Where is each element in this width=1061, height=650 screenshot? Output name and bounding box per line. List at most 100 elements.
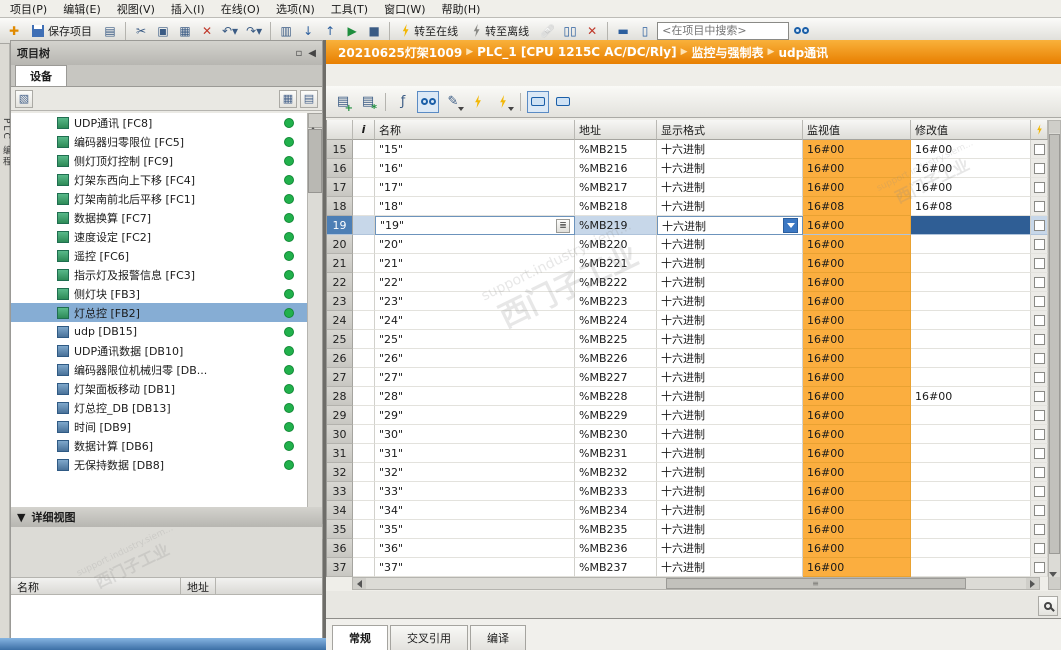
modify-checkbox[interactable] xyxy=(1033,352,1045,364)
table-row[interactable]: 21 "21"≣ %MB221 十六进制 16#00 xyxy=(327,254,1048,273)
table-row[interactable]: 18 "18"≣ %MB218 十六进制 16#08 16#08 xyxy=(327,197,1048,216)
menu-item[interactable]: 工具(T) xyxy=(323,0,376,18)
row-number-cell[interactable]: 18 xyxy=(327,197,353,216)
address-cell[interactable]: %MB216 xyxy=(575,159,657,178)
modify-enable-cell[interactable] xyxy=(1031,349,1048,368)
format-cell[interactable]: 十六进制 xyxy=(657,159,803,178)
modify-enable-cell[interactable] xyxy=(1031,140,1048,159)
row-number-cell[interactable]: 33 xyxy=(327,482,353,501)
print-icon[interactable]: ▤ xyxy=(100,21,120,41)
modify-enable-cell[interactable] xyxy=(1031,444,1048,463)
tree-item[interactable]: 编码器限位机械归零 [DB... xyxy=(11,360,322,379)
name-cell[interactable]: "31"≣ xyxy=(375,444,575,463)
modify-checkbox[interactable] xyxy=(1033,181,1045,193)
tree-item[interactable]: 指示灯及报警信息 [FC3] xyxy=(11,265,322,284)
modify-checkbox[interactable] xyxy=(1033,295,1045,307)
maximize-window-icon[interactable]: ▯ xyxy=(635,21,655,41)
row-number-cell[interactable]: 30 xyxy=(327,425,353,444)
row-number-cell[interactable]: 28 xyxy=(327,387,353,406)
modify-value-cell[interactable]: 16#00 xyxy=(911,140,1031,159)
name-cell[interactable]: "22"≣ xyxy=(375,273,575,292)
horizontal-scrollbar[interactable]: ≡ xyxy=(352,577,1040,590)
table-row[interactable]: 23 "23"≣ %MB223 十六进制 16#00 xyxy=(327,292,1048,311)
format-cell[interactable]: 十六进制 xyxy=(657,444,803,463)
search-project-icon[interactable] xyxy=(791,21,812,41)
modify-checkbox[interactable] xyxy=(1033,314,1045,326)
modify-checkbox[interactable] xyxy=(1033,333,1045,345)
format-cell[interactable]: 十六进制 xyxy=(657,178,803,197)
address-cell[interactable]: %MB235 xyxy=(575,520,657,539)
table-row[interactable]: 27 "27"≣ %MB227 十六进制 16#00 xyxy=(327,368,1048,387)
modify-value-cell[interactable] xyxy=(911,558,1031,577)
modify-enable-cell[interactable] xyxy=(1031,558,1048,577)
format-cell[interactable]: 十六进制 xyxy=(657,425,803,444)
modify-checkbox[interactable] xyxy=(1033,162,1045,174)
menu-item[interactable]: 窗口(W) xyxy=(376,0,433,18)
cell-options-icon[interactable]: ≣ xyxy=(556,218,570,233)
name-cell[interactable]: "21"≣ xyxy=(375,254,575,273)
modify-enable-cell[interactable] xyxy=(1031,178,1048,197)
modify-enable-cell[interactable] xyxy=(1031,425,1048,444)
menu-item[interactable]: 编辑(E) xyxy=(55,0,109,18)
modify-checkbox[interactable] xyxy=(1033,371,1045,383)
table-row[interactable]: 24 "24"≣ %MB224 十六进制 16#00 xyxy=(327,311,1048,330)
table-row[interactable]: 19 "19" ≣ %MB219 十六进制 16#00 xyxy=(327,216,1048,235)
modify-checkbox[interactable] xyxy=(1033,143,1045,155)
table-row[interactable]: 33 "33"≣ %MB233 十六进制 16#00 xyxy=(327,482,1048,501)
tree-item[interactable]: 侧灯顶灯控制 [FC9] xyxy=(11,151,322,170)
table-row[interactable]: 32 "32"≣ %MB232 十六进制 16#00 xyxy=(327,463,1048,482)
modify-pencil-icon[interactable]: ✎ xyxy=(442,91,464,113)
tree-item[interactable]: 灯架东西向上下移 [FC4] xyxy=(11,170,322,189)
header-modify[interactable]: 修改值 xyxy=(911,120,1031,140)
address-cell[interactable]: %MB223 xyxy=(575,292,657,311)
modify-enable-cell[interactable] xyxy=(1031,501,1048,520)
format-cell[interactable]: 十六进制 xyxy=(657,406,803,425)
cut-icon[interactable]: ✂ xyxy=(131,21,151,41)
format-cell[interactable]: 十六进制 xyxy=(657,140,803,159)
format-cell[interactable]: 十六进制 xyxy=(657,501,803,520)
bottom-tab[interactable]: 交叉引用 xyxy=(390,625,468,650)
table-row[interactable]: 26 "26"≣ %MB226 十六进制 16#00 xyxy=(327,349,1048,368)
modify-value-cell[interactable] xyxy=(911,311,1031,330)
show-force-columns-icon[interactable] xyxy=(552,91,574,113)
expand-format-icon[interactable]: ƒ xyxy=(392,91,414,113)
row-number-cell[interactable]: 21 xyxy=(327,254,353,273)
table-row[interactable]: 34 "34"≣ %MB234 十六进制 16#00 xyxy=(327,501,1048,520)
address-cell[interactable]: %MB225 xyxy=(575,330,657,349)
table-row[interactable]: 25 "25"≣ %MB225 十六进制 16#00 xyxy=(327,330,1048,349)
modify-checkbox[interactable] xyxy=(1033,447,1045,459)
name-cell[interactable]: "19" ≣ xyxy=(375,216,575,235)
modify-enable-cell[interactable] xyxy=(1031,463,1048,482)
address-cell[interactable]: %MB231 xyxy=(575,444,657,463)
row-number-cell[interactable]: 15 xyxy=(327,140,353,159)
restore-window-icon[interactable]: ▬ xyxy=(613,21,633,41)
table-row[interactable]: 22 "22"≣ %MB222 十六进制 16#00 xyxy=(327,273,1048,292)
undo-icon[interactable]: ↶▾ xyxy=(219,21,241,41)
name-cell[interactable]: "34"≣ xyxy=(375,501,575,520)
menu-item[interactable]: 在线(O) xyxy=(213,0,268,18)
name-cell[interactable]: "20"≣ xyxy=(375,235,575,254)
modify-enable-cell[interactable] xyxy=(1031,406,1048,425)
modify-enable-cell[interactable] xyxy=(1031,368,1048,387)
sort-icon[interactable]: ▧ xyxy=(15,89,33,108)
modify-checkbox[interactable] xyxy=(1033,466,1045,478)
scroll-up-icon[interactable] xyxy=(308,113,323,132)
tree-item[interactable]: 无保持数据 [DB8] xyxy=(11,455,322,474)
modify-enable-cell[interactable] xyxy=(1031,216,1048,235)
row-number-cell[interactable]: 29 xyxy=(327,406,353,425)
row-number-cell[interactable]: 31 xyxy=(327,444,353,463)
tree-item[interactable]: udp [DB15] xyxy=(11,322,322,341)
scroll-right-icon[interactable] xyxy=(1026,578,1039,589)
menu-item[interactable]: 帮助(H) xyxy=(434,0,489,18)
name-cell[interactable]: "27"≣ xyxy=(375,368,575,387)
plc-programming-side-tab[interactable]: PLC 编程 xyxy=(0,118,11,168)
modify-value-cell[interactable] xyxy=(911,273,1031,292)
address-cell[interactable]: %MB224 xyxy=(575,311,657,330)
tree-item[interactable]: 灯架南前北后平移 [FC1] xyxy=(11,189,322,208)
name-cell[interactable]: "28"≣ xyxy=(375,387,575,406)
breadcrumb-item[interactable]: udp通讯 xyxy=(778,44,828,61)
modify-value-cell[interactable] xyxy=(911,254,1031,273)
format-cell[interactable]: 十六进制 xyxy=(657,235,803,254)
modify-checkbox[interactable] xyxy=(1033,200,1045,212)
name-cell[interactable]: "17"≣ xyxy=(375,178,575,197)
